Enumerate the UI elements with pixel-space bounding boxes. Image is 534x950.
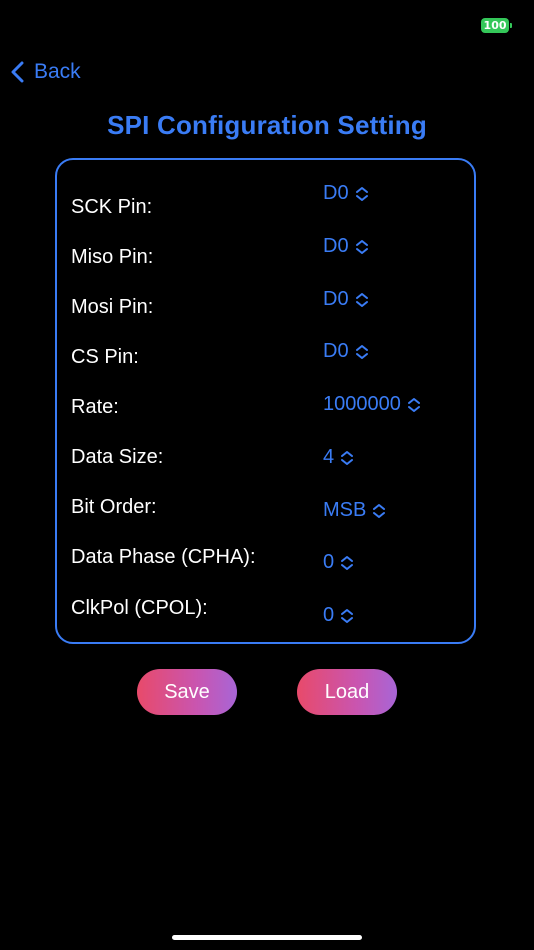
miso-pin-label: Miso Pin: bbox=[71, 246, 154, 268]
rate-value: 1000000 bbox=[323, 393, 401, 415]
cpha-label: Data Phase (CPHA): bbox=[71, 546, 256, 568]
sck-pin-label: SCK Pin: bbox=[71, 196, 153, 218]
cs-pin-value: D0 bbox=[323, 340, 349, 362]
load-button[interactable]: Load bbox=[297, 669, 397, 715]
battery-level: 100 bbox=[481, 18, 510, 33]
cs-pin-picker[interactable]: D0 bbox=[323, 340, 369, 363]
cpol-value: 0 bbox=[323, 604, 335, 626]
chevron-up-down-icon bbox=[355, 239, 368, 254]
bit-order-value: MSB bbox=[323, 499, 367, 521]
miso-pin-value: D0 bbox=[323, 235, 349, 257]
chevron-up-down-icon bbox=[341, 555, 354, 570]
cpol-picker[interactable]: 0 bbox=[323, 604, 354, 627]
chevron-up-down-icon bbox=[355, 292, 368, 307]
back-button[interactable]: Back bbox=[10, 60, 81, 84]
status-bar: 100 bbox=[0, 0, 534, 50]
battery-tip bbox=[510, 23, 512, 28]
battery-icon: 100 bbox=[481, 18, 512, 33]
cs-pin-label: CS Pin: bbox=[71, 346, 139, 368]
sck-pin-value: D0 bbox=[323, 182, 349, 204]
chevron-up-down-icon bbox=[407, 397, 420, 412]
miso-pin-picker[interactable]: D0 bbox=[323, 235, 369, 258]
rate-picker[interactable]: 1000000 bbox=[323, 393, 421, 416]
chevron-up-down-icon bbox=[355, 344, 368, 359]
data-size-picker[interactable]: 4 bbox=[323, 446, 354, 469]
bit-order-picker[interactable]: MSB bbox=[323, 499, 386, 522]
settings-panel: SCK Pin: D0 Miso Pin: D0 Mosi Pin: D0 CS… bbox=[55, 158, 476, 644]
data-size-label: Data Size: bbox=[71, 446, 164, 468]
cpha-value: 0 bbox=[323, 551, 335, 573]
chevron-up-down-icon bbox=[373, 503, 386, 518]
home-indicator[interactable] bbox=[172, 935, 362, 940]
chevron-up-down-icon bbox=[341, 450, 354, 465]
rate-label: Rate: bbox=[71, 396, 119, 418]
mosi-pin-value: D0 bbox=[323, 288, 349, 310]
cpha-picker[interactable]: 0 bbox=[323, 551, 354, 574]
back-label: Back bbox=[34, 60, 81, 83]
data-size-value: 4 bbox=[323, 446, 335, 468]
mosi-pin-label: Mosi Pin: bbox=[71, 296, 154, 318]
chevron-up-down-icon bbox=[341, 608, 354, 623]
mosi-pin-picker[interactable]: D0 bbox=[323, 288, 369, 311]
chevron-left-icon bbox=[11, 61, 24, 83]
save-button[interactable]: Save bbox=[137, 669, 237, 715]
page-title: SPI Configuration Setting bbox=[107, 110, 427, 140]
bit-order-label: Bit Order: bbox=[71, 496, 157, 518]
chevron-up-down-icon bbox=[355, 186, 368, 201]
cpol-label: ClkPol (CPOL): bbox=[71, 597, 208, 619]
sck-pin-picker[interactable]: D0 bbox=[323, 182, 369, 205]
